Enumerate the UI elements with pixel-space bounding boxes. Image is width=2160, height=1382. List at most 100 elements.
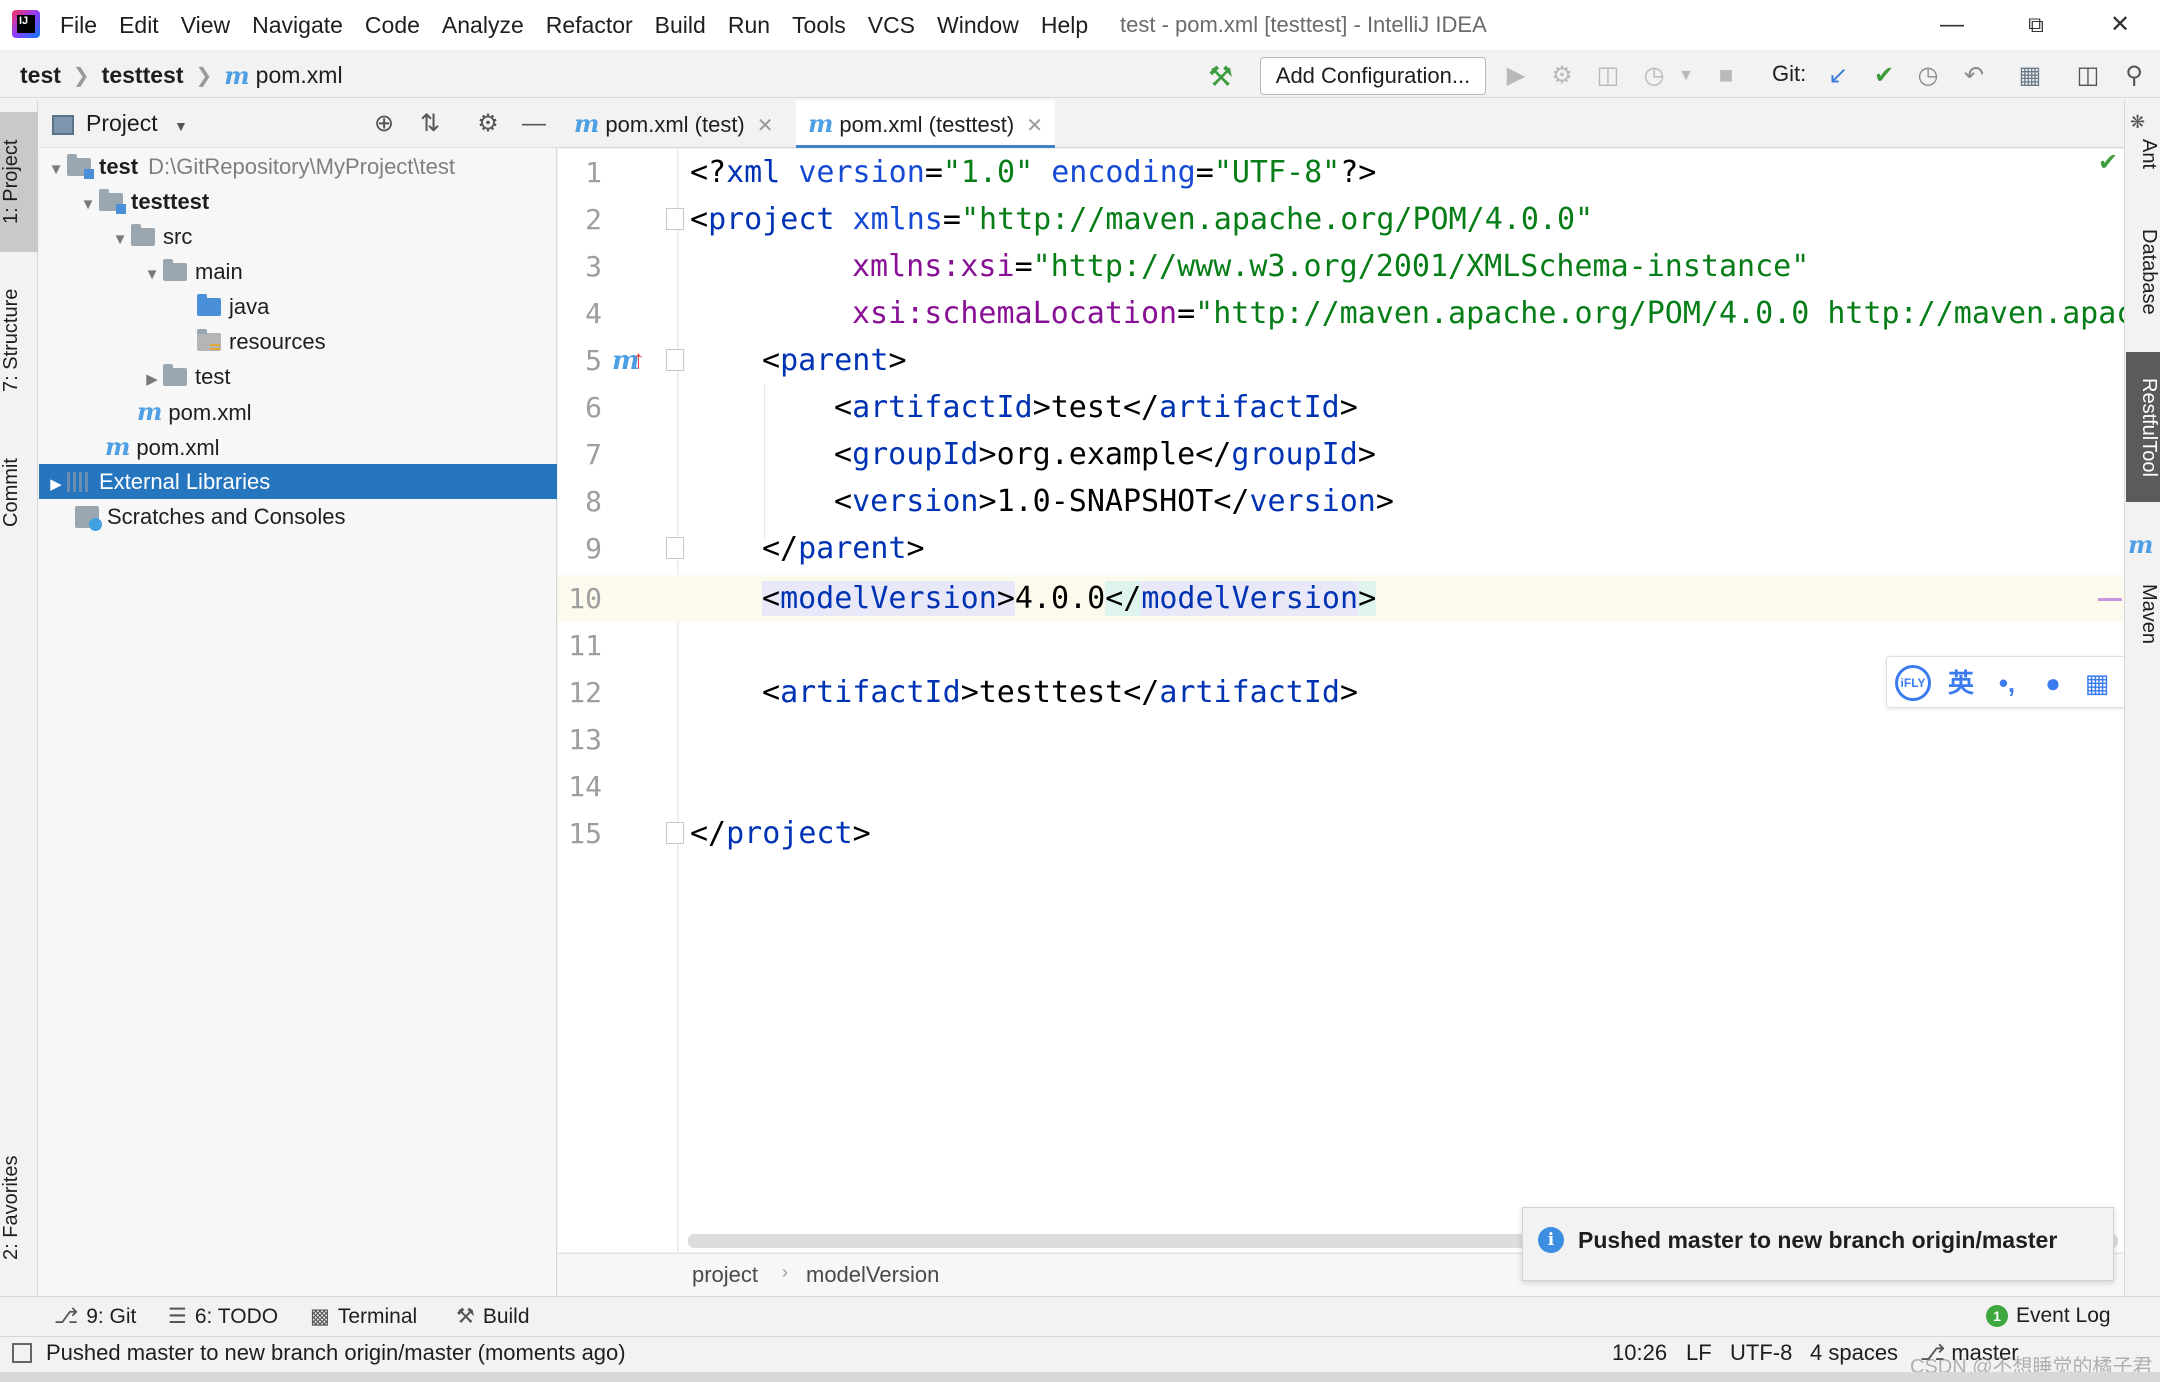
collapse-all-icon[interactable]: ⇅ [412,107,448,141]
project-structure-icon[interactable]: ▦ [2012,58,2048,94]
git-commit-icon[interactable]: ✔ [1866,58,1902,94]
debug-icon[interactable]: ⚙ [1544,58,1580,94]
menu-view[interactable]: View [181,12,230,39]
stop-icon[interactable]: ■ [1708,58,1744,94]
tool-tab-maven[interactable]: Maven [2126,562,2160,666]
search-icon[interactable]: ⚲ [2116,58,2152,94]
microphone-icon[interactable]: ● [2035,665,2071,701]
menu-code[interactable]: Code [365,12,420,39]
info-icon: i [1538,1227,1564,1253]
close-tab-icon[interactable]: ✕ [757,115,774,137]
tree-item-src[interactable]: ▼ src [39,219,557,254]
crumb-file[interactable]: pom.xml [256,62,343,89]
expanded-arrow-icon[interactable]: ▼ [109,222,131,257]
menu-file[interactable]: File [60,12,97,39]
coverage-icon[interactable]: ◫ [1590,58,1626,94]
editor-crumb-modelversion[interactable]: modelVersion [806,1262,939,1288]
panel-title: Project [86,110,158,136]
tool-tab-event-log[interactable]: Event Log [2016,1304,2111,1328]
crumb-project[interactable]: test [20,62,61,89]
hide-panel-icon[interactable]: — [516,107,552,141]
menu-analyze[interactable]: Analyze [442,12,524,39]
git-rollback-icon[interactable]: ↶ [1956,58,1992,94]
ifly-logo-icon[interactable]: iFLY [1895,665,1931,701]
expanded-arrow-icon[interactable]: ▼ [77,187,99,222]
tool-tab-commit[interactable]: Commit [0,438,38,548]
menu-vcs[interactable]: VCS [868,12,915,39]
menu-run[interactable]: Run [728,12,770,39]
code-line-2: <project xmlns="http://maven.apache.org/… [690,202,1594,237]
indent-setting[interactable]: 4 spaces [1810,1340,1898,1366]
tool-tab-favorites[interactable]: 2: Favorites [0,1138,38,1278]
tool-tab-todo[interactable]: ☰ 6: TODO [168,1304,278,1329]
crumb-module[interactable]: testtest [102,62,184,89]
presentation-icon[interactable]: ◫ [2070,58,2106,94]
caret-position[interactable]: 10:26 [1612,1340,1667,1366]
close-tab-icon[interactable]: ✕ [1026,115,1043,137]
toggle-tool-windows-icon[interactable] [12,1343,32,1363]
menu-navigate[interactable]: Navigate [252,12,343,39]
tree-item-main[interactable]: ▼ main [39,254,557,289]
tool-tab-database[interactable]: Database [2126,210,2160,334]
arrow-up-icon[interactable]: ↑ [632,344,645,375]
build-hammer-icon[interactable]: ⚒ [1208,60,1233,93]
tool-tab-project[interactable]: 1: Project [0,112,38,252]
tool-tab-git[interactable]: ⎇ 9: Git [54,1304,136,1329]
tab-pom-testtest[interactable]: m pom.xml (testtest) ✕ [796,100,1055,148]
intellij-logo-icon[interactable]: IJ [12,10,40,38]
chevron-down-icon[interactable]: ▼ [1668,58,1704,94]
tree-item-label: testtest [131,189,210,214]
fold-marker-icon[interactable] [666,822,684,844]
run-icon[interactable]: ▶ [1498,58,1534,94]
fold-marker-icon[interactable] [666,208,684,230]
close-window-icon[interactable]: ✕ [2090,6,2150,44]
menu-refactor[interactable]: Refactor [546,12,633,39]
code-line-7: <groupId>org.example</groupId> [834,437,1376,472]
ime-language-toggle[interactable]: 英 [1943,665,1979,701]
tree-item-pom-testtest[interactable]: m pom.xml [39,394,557,429]
tab-pom-test[interactable]: m pom.xml (test) ✕ [562,100,786,148]
collapsed-arrow-icon[interactable]: ▶ [141,362,163,397]
expanded-arrow-icon[interactable]: ▼ [45,152,67,187]
menu-help[interactable]: Help [1041,12,1088,39]
git-update-icon[interactable]: ↙ [1820,58,1856,94]
menu-window[interactable]: Window [937,12,1019,39]
fold-marker-icon[interactable] [666,349,684,371]
tree-item-resources[interactable]: resources [39,324,557,359]
line-separator[interactable]: LF [1686,1340,1712,1366]
status-message[interactable]: Pushed master to new branch origin/maste… [46,1340,626,1366]
add-configuration-button[interactable]: Add Configuration... [1260,57,1486,95]
gear-icon[interactable]: ⚙ [470,107,506,141]
tool-tab-terminal[interactable]: ▩ Terminal [310,1304,417,1329]
menu-tools[interactable]: Tools [792,12,846,39]
git-history-icon[interactable]: ◷ [1910,58,1946,94]
error-stripe-mark[interactable] [2098,598,2122,601]
locate-file-icon[interactable]: ⊕ [366,107,402,141]
project-view-selector[interactable]: Project ▼ [52,110,188,137]
expanded-arrow-icon[interactable]: ▼ [141,257,163,292]
tree-item-external-libraries[interactable]: ▶ External Libraries [39,464,557,499]
collapsed-arrow-icon[interactable]: ▶ [45,467,67,502]
tree-item-test-folder[interactable]: ▶ test [39,359,557,394]
fold-marker-icon[interactable] [666,537,684,559]
tool-tab-ant[interactable]: Ant [2126,118,2160,190]
editor-crumb-project[interactable]: project [692,1262,758,1288]
toolbox-grid-icon[interactable]: ▦ [2079,665,2115,701]
tree-item-test-root[interactable]: ▼ test D:\GitRepository\MyProject\test [39,149,557,184]
tree-item-testtest[interactable]: ▼ testtest [39,184,557,219]
menu-build[interactable]: Build [655,12,706,39]
tree-item-java[interactable]: java [39,289,557,324]
minimize-icon[interactable]: — [1922,6,1982,44]
file-encoding[interactable]: UTF-8 [1730,1340,1792,1366]
no-problems-check-icon[interactable]: ✔ [2098,148,2118,177]
tree-item-label: pom.xml [168,400,252,425]
menu-edit[interactable]: Edit [119,12,159,39]
tree-item-scratches[interactable]: Scratches and Consoles [39,499,557,534]
tool-tab-structure[interactable]: 7: Structure [0,270,38,410]
tool-tab-build[interactable]: ⚒ Build [456,1304,530,1329]
punctuation-icon[interactable]: •, [1989,665,2025,701]
tool-tab-restfultool[interactable]: RestfulTool [2126,352,2160,502]
restore-icon[interactable]: ⧉ [2006,6,2066,44]
tree-item-pom-test[interactable]: m pom.xml [39,429,557,464]
profile-icon[interactable]: ◷ [1636,58,1672,94]
